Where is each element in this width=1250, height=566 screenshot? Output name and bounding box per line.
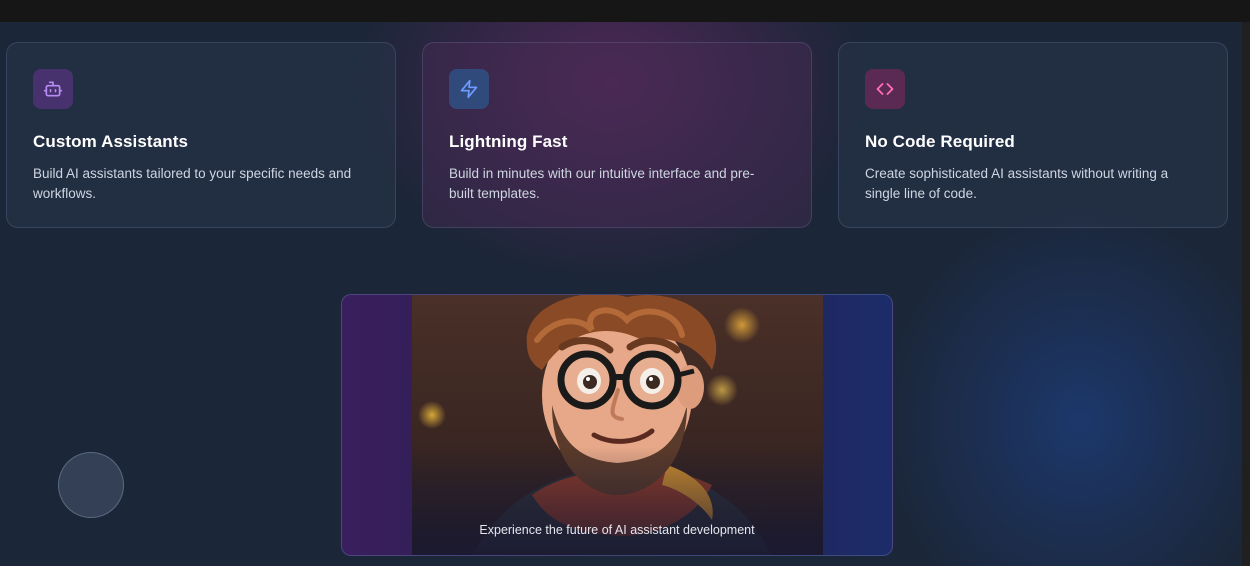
portrait-image: [412, 295, 823, 555]
feature-description: Build AI assistants tailored to your spe…: [33, 166, 352, 201]
feature-description: Build in minutes with our intuitive inte…: [449, 166, 755, 201]
hero-media: Experience the future of AI assistant de…: [341, 294, 893, 556]
scrollbar-track[interactable]: [1242, 22, 1250, 566]
feature-card-custom-assistants: Custom Assistants Build AI assistants ta…: [6, 42, 396, 228]
feature-title: Lightning Fast: [449, 132, 568, 151]
feature-title: No Code Required: [865, 132, 1015, 151]
image-fade-overlay: [412, 447, 823, 555]
floating-action-button[interactable]: [58, 452, 124, 518]
feature-title: Custom Assistants: [33, 132, 189, 151]
top-bar: [0, 0, 1250, 22]
code-icon: [865, 69, 905, 109]
bot-icon: [33, 69, 73, 109]
feature-card-lightning-fast: Lightning Fast Build in minutes with our…: [422, 42, 812, 228]
feature-description: Create sophisticated AI assistants witho…: [865, 166, 1169, 201]
page-section: Custom Assistants Build AI assistants ta…: [0, 22, 1242, 566]
feature-card-no-code: No Code Required Create sophisticated AI…: [838, 42, 1228, 228]
media-caption: Experience the future of AI assistant de…: [479, 523, 755, 537]
lightning-icon: [449, 69, 489, 109]
